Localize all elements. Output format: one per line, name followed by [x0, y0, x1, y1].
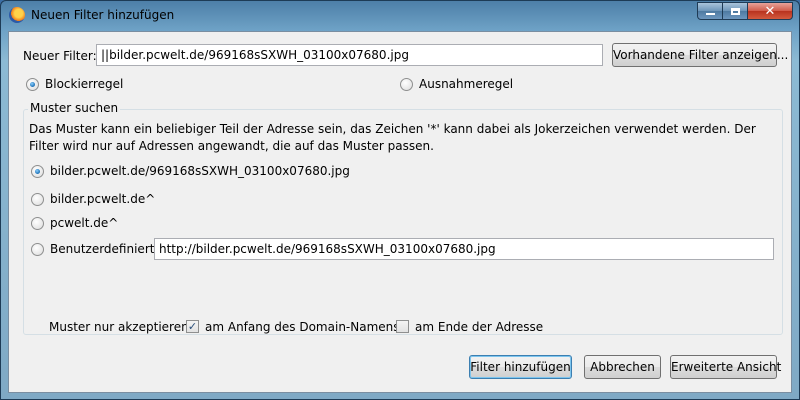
close-button[interactable]: ✕	[747, 2, 793, 20]
custom-pattern-radio[interactable]	[31, 243, 44, 256]
pattern-option-radio[interactable]	[31, 165, 44, 178]
maximize-icon	[730, 7, 740, 15]
minimize-icon	[705, 13, 715, 15]
accept-pattern-label: Muster nur akzeptieren:	[49, 320, 193, 334]
address-end-label[interactable]: am Ende der Adresse	[415, 320, 543, 334]
firefox-icon	[9, 7, 25, 23]
dialog-client-area: Neuer Filter: ||bilder.pcwelt.de/969168s…	[8, 31, 792, 393]
new-filter-input[interactable]: ||bilder.pcwelt.de/969168sSXWH_03100x076…	[96, 44, 603, 66]
pattern-option-label[interactable]: pcwelt.de^	[50, 216, 118, 230]
title-bar[interactable]: Neuen Filter hinzufügen ✕	[1, 1, 799, 31]
pattern-option-radio[interactable]	[31, 193, 44, 206]
close-icon: ✕	[764, 3, 776, 19]
show-existing-filters-button[interactable]: Vorhandene Filter anzeigen...	[612, 43, 788, 67]
pattern-option-label[interactable]: bilder.pcwelt.de^	[50, 192, 155, 206]
checkmark-icon: ✓	[187, 320, 198, 333]
dialog-window: Neuen Filter hinzufügen ✕ Neuer Filter: …	[0, 0, 800, 400]
add-filter-button[interactable]: Filter hinzufügen	[469, 355, 572, 379]
pattern-option-label[interactable]: bilder.pcwelt.de/969168sSXWH_03100x07680…	[50, 164, 350, 178]
window-title: Neuen Filter hinzufügen	[31, 8, 175, 22]
new-filter-label: Neuer Filter:	[23, 49, 97, 63]
custom-pattern-label[interactable]: Benutzerdefiniert:	[50, 242, 159, 256]
exception-rule-label[interactable]: Ausnahmeregel	[419, 77, 513, 91]
maximize-button[interactable]	[722, 2, 748, 20]
pattern-description: Das Muster kann ein beliebiger Teil der …	[29, 122, 756, 153]
pattern-group-title: Muster suchen	[28, 101, 121, 115]
pattern-option-radio[interactable]	[31, 217, 44, 230]
minimize-button[interactable]	[697, 2, 723, 20]
exception-rule-radio[interactable]	[400, 78, 413, 91]
advanced-view-button[interactable]: Erweiterte Ansicht	[670, 355, 781, 379]
address-end-checkbox[interactable]	[396, 320, 409, 333]
domain-start-checkbox[interactable]: ✓	[186, 320, 199, 333]
custom-pattern-input[interactable]: http://bilder.pcwelt.de/969168sSXWH_0310…	[154, 238, 774, 260]
block-rule-radio[interactable]	[26, 78, 39, 91]
cancel-button[interactable]: Abbrechen	[584, 355, 661, 379]
block-rule-label[interactable]: Blockierregel	[45, 77, 123, 91]
domain-start-label[interactable]: am Anfang des Domain-Namens	[205, 320, 400, 334]
